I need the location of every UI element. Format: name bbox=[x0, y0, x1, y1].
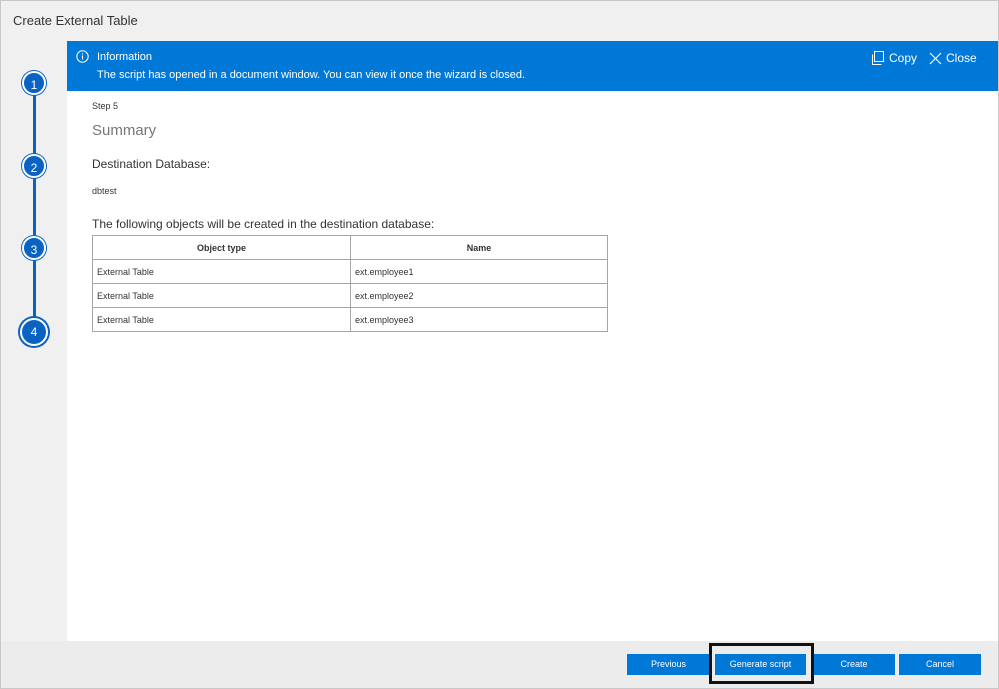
table-header-row: Object type Name bbox=[92, 235, 608, 260]
copy-label: Copy bbox=[889, 51, 918, 65]
step-connector-line bbox=[33, 83, 36, 333]
step-indicator-1[interactable]: 1 bbox=[22, 71, 46, 95]
object-type-cell: External Table bbox=[92, 283, 351, 308]
object-name-cell: ext.employee2 bbox=[350, 283, 608, 308]
summary-page: Step 5 Summary Destination Database: dbt… bbox=[67, 91, 998, 641]
column-header-object-type: Object type bbox=[92, 235, 351, 260]
window-title: Create External Table bbox=[13, 13, 138, 28]
step-indicator-2[interactable]: 2 bbox=[22, 154, 46, 178]
page-title: Summary bbox=[92, 122, 157, 139]
step-rail: 1 2 3 4 bbox=[1, 41, 67, 641]
step-indicator-3[interactable]: 3 bbox=[22, 236, 46, 260]
step-indicator-4[interactable]: 4 bbox=[20, 318, 48, 346]
footer-bar: Previous Generate script Create Cancel bbox=[1, 641, 998, 688]
title-bar: Create External Table bbox=[1, 1, 998, 41]
wizard-window: Create External Table 1 2 3 4 Informatio… bbox=[0, 0, 999, 689]
info-icon bbox=[76, 50, 89, 63]
banner-message: The script has opened in a document wind… bbox=[97, 69, 526, 81]
copy-button[interactable]: Copy bbox=[871, 50, 917, 66]
destination-database-value: dbtest bbox=[92, 186, 117, 196]
destination-database-label: Destination Database: bbox=[92, 157, 211, 171]
copy-icon bbox=[872, 51, 884, 65]
previous-button[interactable]: Previous bbox=[627, 654, 710, 675]
step-label: Step 5 bbox=[92, 101, 119, 111]
info-banner: Information The script has opened in a d… bbox=[67, 41, 998, 91]
object-name-cell: ext.employee1 bbox=[350, 259, 608, 284]
objects-table: Object type Name External Table ext.empl… bbox=[92, 235, 608, 332]
object-name-cell: ext.employee3 bbox=[350, 307, 608, 332]
object-type-cell: External Table bbox=[92, 259, 351, 284]
column-header-name: Name bbox=[350, 235, 608, 260]
banner-title: Information bbox=[97, 51, 153, 63]
generate-script-button[interactable]: Generate script bbox=[715, 654, 806, 675]
table-row: External Table ext.employee2 bbox=[92, 283, 608, 308]
close-icon bbox=[929, 52, 942, 64]
create-button[interactable]: Create bbox=[813, 654, 895, 675]
table-row: External Table ext.employee3 bbox=[92, 307, 608, 332]
close-label: Close bbox=[946, 51, 977, 65]
close-button[interactable]: Close bbox=[929, 50, 977, 66]
objects-label: The following objects will be created in… bbox=[92, 217, 435, 231]
cancel-button[interactable]: Cancel bbox=[899, 654, 981, 675]
object-type-cell: External Table bbox=[92, 307, 351, 332]
table-row: External Table ext.employee1 bbox=[92, 259, 608, 284]
